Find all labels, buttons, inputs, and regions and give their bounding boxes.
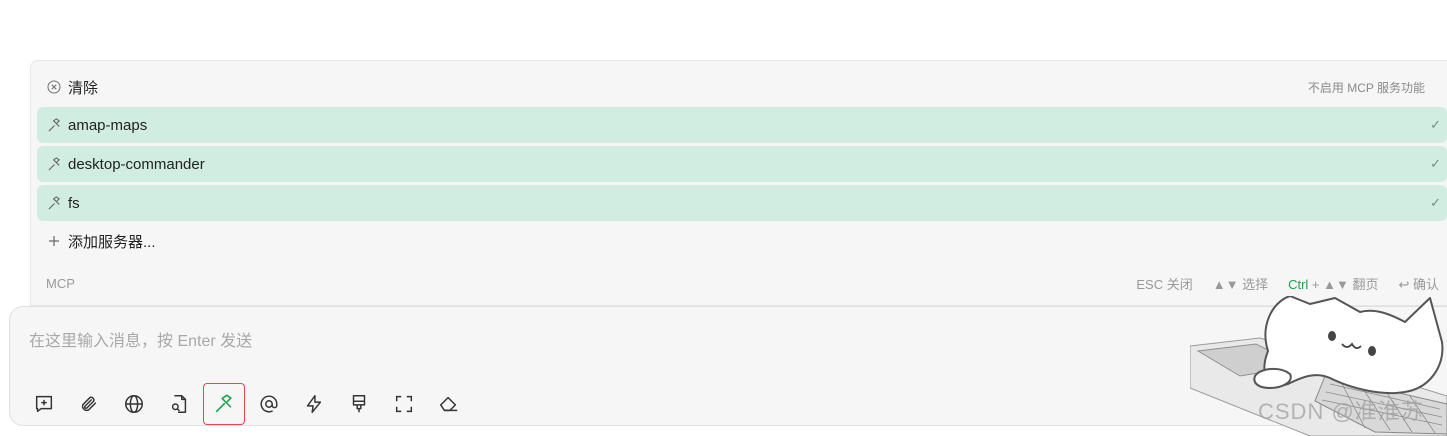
web-search-button[interactable]	[113, 383, 155, 425]
hammer-icon	[46, 117, 62, 133]
knowledge-base-button[interactable]	[158, 383, 200, 425]
server-item-fs[interactable]: fs ✓	[37, 185, 1447, 221]
clear-label: 清除	[68, 79, 99, 97]
esc-hint: ESC 关闭	[1136, 276, 1193, 292]
add-server-label: 添加服务器...	[68, 233, 156, 251]
cat-illustration	[1253, 296, 1444, 394]
keyboard-hints: ESC 关闭 ▲▼ 选择 Ctrl + ▲▼ 翻页 ↩ 确认	[1136, 274, 1439, 293]
quick-phrase-button[interactable]	[293, 383, 335, 425]
attach-button[interactable]	[68, 383, 110, 425]
menu-title: MCP	[46, 275, 75, 291]
paperclip-icon	[81, 396, 97, 412]
mcp-tools-button[interactable]	[203, 383, 245, 425]
select-hint: ▲▼ 选择	[1212, 276, 1269, 292]
at-icon	[260, 395, 278, 413]
new-topic-button[interactable]	[23, 383, 65, 425]
add-server-option[interactable]: 添加服务器...	[37, 223, 1447, 259]
paintbrush-icon	[352, 395, 366, 413]
file-search-icon	[171, 395, 187, 413]
hammer-icon	[46, 156, 62, 172]
clear-context-button[interactable]	[428, 383, 470, 425]
composer-toolbar	[23, 383, 473, 425]
csdn-watermark: CSDN @准淮苏	[1258, 399, 1424, 424]
fullscreen-icon	[395, 395, 413, 413]
mention-button[interactable]	[248, 383, 290, 425]
globe-icon	[125, 395, 143, 413]
eraser-icon	[440, 396, 458, 412]
plus-icon	[46, 233, 62, 249]
check-icon: ✓	[1430, 156, 1441, 171]
page-hint: Ctrl + ▲▼ 翻页	[1288, 274, 1378, 293]
check-icon: ✓	[1430, 117, 1441, 132]
clear-option[interactable]: 清除 不启用 MCP 服务功能	[37, 69, 1447, 105]
page-hint-text: + ▲▼ 翻页	[1311, 276, 1379, 292]
check-icon: ✓	[1430, 195, 1441, 210]
new-topic-icon	[35, 395, 53, 413]
message-input[interactable]: 在这里输入消息，按 Enter 发送	[29, 327, 252, 351]
fullscreen-button[interactable]	[383, 383, 425, 425]
lightning-icon	[306, 395, 322, 413]
hammer-icon	[46, 195, 62, 211]
server-label: fs	[68, 194, 80, 212]
mcp-server-menu: 清除 不启用 MCP 服务功能 amap-maps ✓ desktop-comm…	[30, 60, 1447, 306]
hammer-icon	[215, 394, 232, 413]
generate-image-button[interactable]	[338, 383, 380, 425]
clear-hint: 不启用 MCP 服务功能	[1307, 80, 1425, 95]
server-item-desktop-commander[interactable]: desktop-commander ✓	[37, 146, 1447, 182]
ctrl-key: Ctrl	[1288, 276, 1309, 292]
server-label: desktop-commander	[68, 155, 205, 173]
confirm-hint: ↩ 确认	[1398, 276, 1439, 292]
server-label: amap-maps	[68, 116, 148, 134]
circle-x-icon	[46, 79, 62, 95]
server-item-amap-maps[interactable]: amap-maps ✓	[37, 107, 1447, 143]
